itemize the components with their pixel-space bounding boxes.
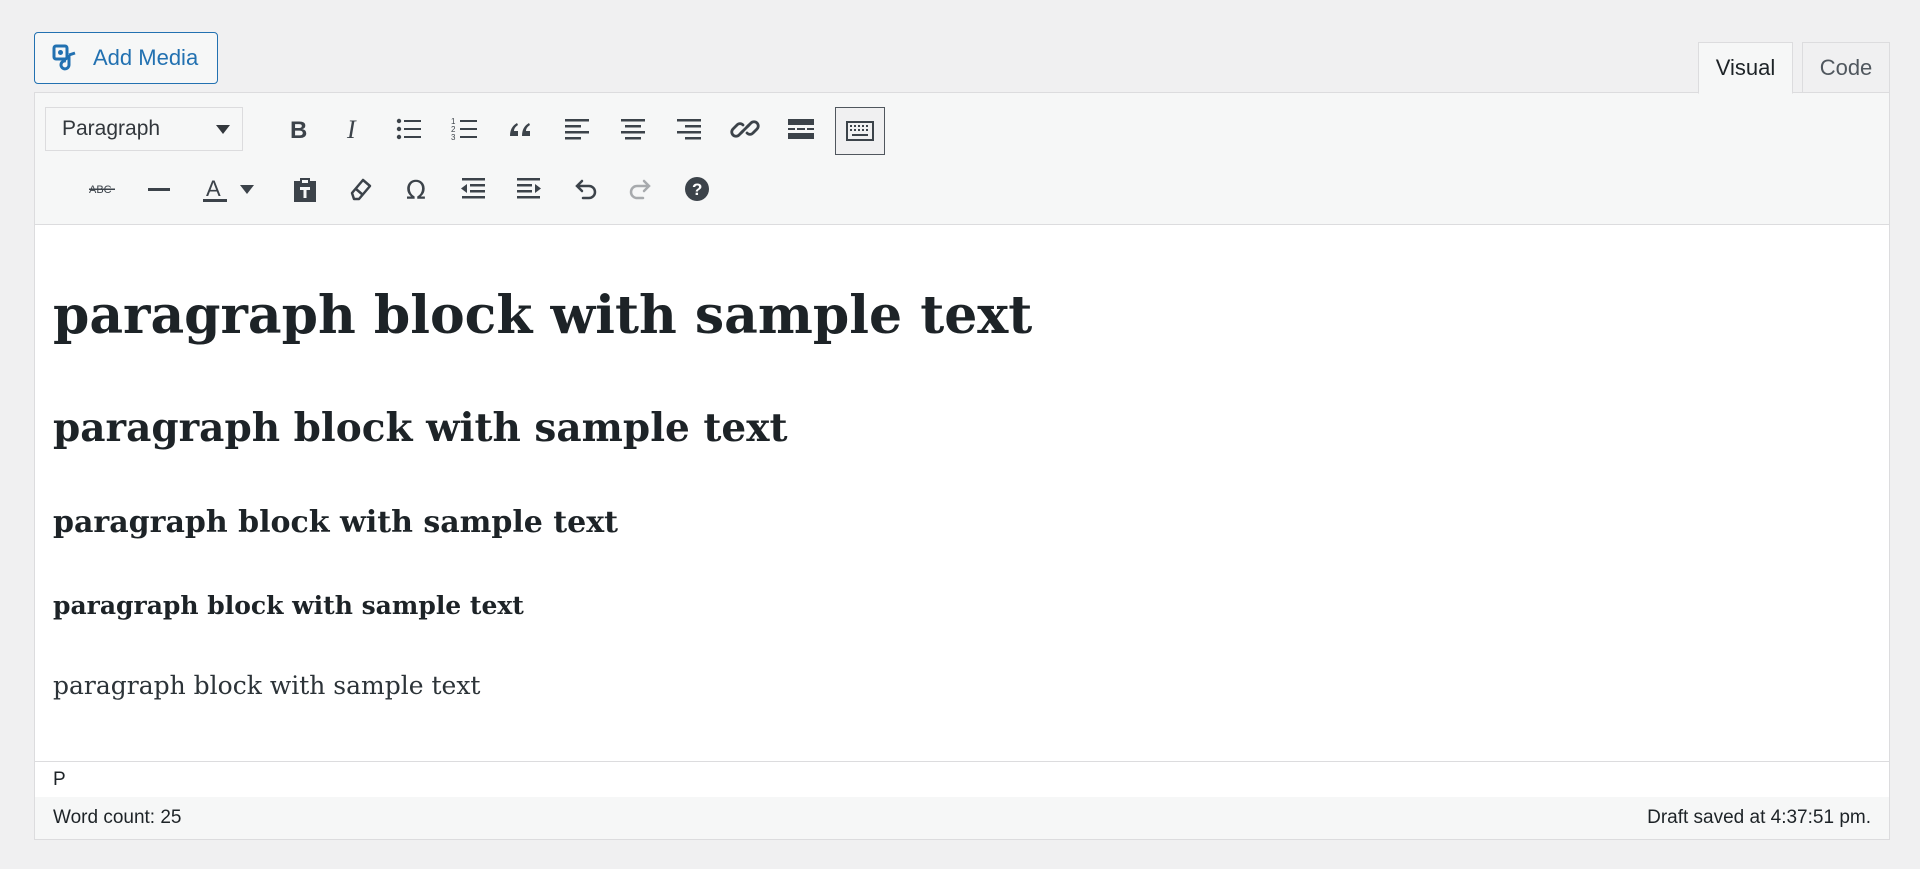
blockquote-button[interactable] — [499, 107, 543, 151]
editor-content[interactable]: paragraph block with sample text paragra… — [35, 225, 1889, 853]
blockquote-icon — [510, 123, 530, 136]
special-character-icon: Ω — [406, 176, 426, 204]
bulleted-list-icon — [396, 118, 421, 140]
align-left-button[interactable] — [555, 107, 599, 151]
tab-code[interactable]: Code — [1802, 42, 1890, 93]
classic-editor: Paragraph B I 1 2 3 A Ω ? paragraph bloc… — [34, 92, 1890, 840]
text-color-icon: A — [203, 176, 227, 202]
outdent-button[interactable] — [451, 167, 495, 211]
undo-button[interactable] — [563, 167, 607, 211]
help-button[interactable]: ? — [675, 167, 719, 211]
svg-text:Ω: Ω — [406, 176, 426, 204]
chevron-down-icon — [240, 184, 254, 194]
format-select-value: Paragraph — [62, 117, 161, 140]
indent-icon — [517, 178, 541, 199]
svg-text:I: I — [346, 115, 357, 144]
align-center-icon — [621, 119, 645, 140]
tab-code-label: Code — [1819, 54, 1873, 80]
bold-icon: B — [290, 117, 307, 144]
text-color-dropdown[interactable] — [235, 167, 259, 211]
text-color-button[interactable]: A — [193, 167, 237, 211]
add-media-label: Add Media — [93, 45, 199, 70]
outdent-icon — [461, 178, 485, 199]
italic-icon: I — [346, 115, 357, 144]
redo-button[interactable] — [619, 167, 663, 211]
svg-text:?: ? — [692, 180, 702, 199]
strikethrough-icon: ABC — [89, 184, 115, 196]
help-icon: ? — [685, 177, 709, 201]
paste-as-text-icon — [294, 178, 316, 202]
format-select[interactable]: Paragraph — [45, 107, 243, 151]
align-right-icon — [677, 119, 701, 140]
svg-text:B: B — [290, 117, 307, 144]
special-character-button[interactable]: Ω — [395, 167, 439, 211]
align-center-button[interactable] — [611, 107, 655, 151]
element-path[interactable]: P — [35, 761, 1889, 798]
tab-visual-label: Visual — [1715, 55, 1776, 80]
path-element[interactable]: P — [53, 769, 66, 791]
toolbar-toggle-icon — [846, 121, 874, 141]
clear-formatting-icon — [350, 178, 372, 201]
horizontal-line-button[interactable] — [137, 167, 181, 211]
add-media-button[interactable]: Add Media — [34, 32, 218, 84]
numbered-list-icon: 1 2 3 — [451, 117, 477, 142]
bold-button[interactable]: B — [275, 107, 319, 151]
status-bar: Word count: 25 Draft saved at 4:37:51 pm… — [35, 797, 1889, 839]
svg-text:A: A — [206, 176, 221, 201]
read-more-icon — [788, 119, 814, 139]
clear-formatting-button[interactable] — [339, 167, 383, 211]
align-right-button[interactable] — [667, 107, 711, 151]
heading-2: paragraph block with sample text — [53, 405, 788, 451]
align-left-icon — [565, 119, 589, 140]
chevron-down-icon — [216, 125, 230, 134]
insert-link-button[interactable] — [723, 107, 767, 151]
draft-saved-status: Draft saved at 4:37:51 pm. — [1647, 807, 1871, 828]
horizontal-line-icon — [148, 188, 170, 191]
heading-1: paragraph block with sample text — [53, 285, 1033, 346]
tab-visual[interactable]: Visual — [1698, 42, 1793, 94]
link-icon — [730, 120, 760, 138]
read-more-button[interactable] — [779, 107, 823, 151]
strikethrough-button[interactable]: ABC — [81, 167, 125, 211]
toolbar-toggle-button[interactable] — [835, 107, 885, 155]
svg-text:3: 3 — [451, 133, 456, 142]
undo-icon — [575, 179, 597, 200]
paste-as-text-button[interactable] — [283, 167, 327, 211]
editor-toolbar: Paragraph B I 1 2 3 A Ω ? — [35, 93, 1889, 225]
bulleted-list-button[interactable] — [387, 107, 431, 151]
media-icon — [52, 44, 76, 71]
redo-icon — [629, 179, 651, 200]
indent-button[interactable] — [507, 167, 551, 211]
numbered-list-button[interactable]: 1 2 3 — [443, 107, 487, 151]
word-count: Word count: 25 — [53, 807, 182, 828]
heading-4: paragraph block with sample text — [53, 591, 524, 620]
italic-button[interactable]: I — [331, 107, 375, 151]
heading-3: paragraph block with sample text — [53, 505, 618, 540]
paragraph: paragraph block with sample text — [53, 671, 481, 700]
